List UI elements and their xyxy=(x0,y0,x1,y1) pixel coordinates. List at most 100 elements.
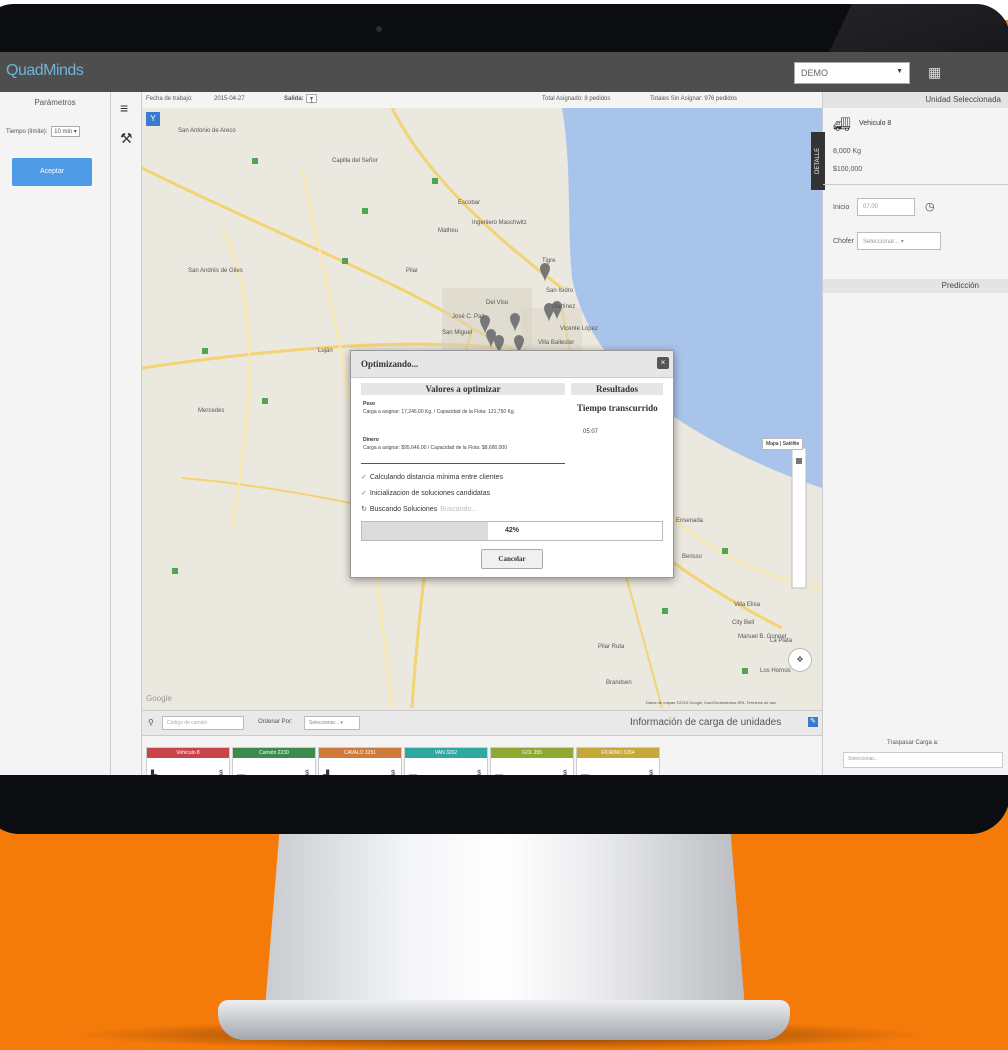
map-label: San Andrés de Giles xyxy=(188,268,243,274)
search-icon: ⚲ xyxy=(148,718,154,727)
map-label: San Antonio de Areco xyxy=(178,128,236,134)
dinero-text: Carga a asignar: $95,646.00 / Capacidad … xyxy=(363,445,507,451)
peso-text: Carga a asignar: 17,246.00 Kg. / Capacid… xyxy=(363,409,516,415)
map-label: Ingeniero Maschwitz xyxy=(472,220,527,226)
money-icon: $ xyxy=(391,770,395,775)
unit-load-title: Información de carga de unidades xyxy=(630,717,782,728)
map-label: City Bell xyxy=(732,620,755,626)
top-bar: QuadMinds DEMO ▼ ▦ xyxy=(0,52,1008,92)
step-item: ✓ Inicializacion de soluciones candidatas xyxy=(361,489,490,497)
money-icon: $ xyxy=(563,770,567,775)
tiempo-label: Tiempo (límite): xyxy=(6,129,48,135)
salida-select[interactable]: 1 ▾ xyxy=(306,94,318,105)
start-time-input[interactable]: 07:00 xyxy=(857,198,915,216)
progress-label: 42% xyxy=(504,527,519,534)
check-icon: ✓ xyxy=(361,474,367,481)
transfer-load-select[interactable]: Seleccionar... xyxy=(843,752,1003,768)
truck-icon: ▬ xyxy=(409,770,417,775)
money-icon: $ xyxy=(477,770,481,775)
spinner-icon: ↻ xyxy=(361,506,367,513)
modal-title: Optimizando... xyxy=(361,359,419,369)
unit-card[interactable]: GOL 255 ▬ $ xyxy=(490,747,574,775)
map-label: Del Viso xyxy=(486,300,509,306)
map-filter-icon[interactable]: Y xyxy=(146,112,160,126)
menu-icon[interactable]: ≡ xyxy=(120,100,128,116)
total-asignado: Total Asignado: 8 pedidos xyxy=(542,96,611,102)
map-label: Los Hornos xyxy=(760,668,791,674)
unit-card-name: CAVALO 3251 xyxy=(319,748,401,758)
truck-code-search-input[interactable]: Código de camión xyxy=(162,716,244,730)
map-label: Luján xyxy=(318,348,333,354)
map-type-toggle[interactable]: Mapa | Satélite xyxy=(762,438,804,450)
map-type-satellite[interactable]: Satélite xyxy=(783,441,800,447)
fecha-value[interactable]: 2015-04-27 xyxy=(214,96,245,102)
driver-select-value: Seleccionar... xyxy=(863,239,900,245)
selected-unit-panel: Unidad Seleccionada DETALLE 🚚︎ Vehiculo … xyxy=(811,92,1008,775)
unit-card[interactable]: Vehículo 8 ▙ $ xyxy=(146,747,230,775)
unit-card[interactable]: CAVALO 3251 ▟ $ xyxy=(318,747,402,775)
unit-card[interactable]: VAN 3262 ▬ $ xyxy=(404,747,488,775)
money-icon: $ xyxy=(649,770,653,775)
map-label: Brandsen xyxy=(606,680,632,686)
values-header: Valores a optimizar xyxy=(361,383,565,395)
step-label: Buscando Soluciones xyxy=(369,506,438,513)
map-label: Manuel B. Gonnet xyxy=(738,634,787,640)
check-icon: ✓ xyxy=(361,490,367,497)
vehicle-money: $100,000 xyxy=(833,166,863,173)
accept-button[interactable]: Aceptar xyxy=(12,158,92,186)
unit-load-panel: ⚲ Código de camión Ordenar Por: Seleccio… xyxy=(142,710,822,775)
salida-value: 1 xyxy=(310,99,314,105)
modal-header: Optimizando... × xyxy=(351,351,673,378)
grid-icon[interactable]: ▦ xyxy=(928,64,941,81)
edit-icon[interactable]: ✎ xyxy=(808,717,818,727)
map-label: Escobar xyxy=(458,200,481,206)
start-label: Inicio xyxy=(833,204,850,211)
google-logo: Google xyxy=(146,694,172,703)
tool-column: ≡ ⚒ xyxy=(111,92,142,775)
sort-label: Ordenar Por: xyxy=(258,719,293,725)
unit-card-name: GOL 255 xyxy=(491,748,573,758)
unit-card-name: Vehículo 8 xyxy=(147,748,229,758)
transfer-load-label: Traspasar Carga a: xyxy=(887,740,939,746)
camera-icon xyxy=(376,26,382,32)
map-label: Mercedes xyxy=(198,408,225,414)
map-label: Berisso xyxy=(682,554,703,560)
map-label: San Isidro xyxy=(546,288,574,294)
tiempo-select[interactable]: 10 min ▾ xyxy=(51,126,80,137)
detalle-tab[interactable]: DETALLE xyxy=(811,132,825,190)
optimizing-modal: Optimizando... × Valores a optimizar Res… xyxy=(350,350,674,578)
map-type-map[interactable]: Mapa xyxy=(766,441,779,447)
optimize-tool-icon[interactable]: ⚒ xyxy=(120,130,133,147)
dinero-label: Dinero xyxy=(363,437,379,443)
map-label: Villa Elisa xyxy=(734,602,760,608)
map-label: Villa Ballester xyxy=(538,340,575,346)
map-label: Ensenada xyxy=(676,518,704,524)
map-label: Tigre xyxy=(542,258,556,264)
fecha-label: Fecha de trabajo: xyxy=(146,96,193,102)
unit-card-name: Camión 2230 xyxy=(233,748,315,758)
divider xyxy=(823,184,1008,185)
unit-card-name: FIORINO 3254 xyxy=(577,748,659,758)
money-icon: $ xyxy=(305,770,309,775)
close-icon[interactable]: × xyxy=(657,357,669,369)
prediction-title: Predicción xyxy=(823,279,1008,293)
map-pan-control[interactable]: ✥ xyxy=(788,648,812,672)
sort-select[interactable]: Seleccionar... ▾ xyxy=(304,716,360,730)
driver-select[interactable]: Seleccionar... ▾ xyxy=(857,232,941,250)
map-label: Capilla del Señor xyxy=(332,158,378,164)
map-label: Pilar xyxy=(406,268,419,274)
unit-card[interactable]: FIORINO 3254 ▬ $ xyxy=(576,747,660,775)
map-label: Vicente López xyxy=(560,326,598,332)
map-label: Pilar Ruta xyxy=(598,644,625,650)
account-select-value: DEMO xyxy=(801,68,828,78)
truck-icon: ▬ xyxy=(237,770,245,775)
unit-card[interactable]: Camión 2230 ▬ $ xyxy=(232,747,316,775)
salida-label: Salida: xyxy=(284,96,304,102)
truck-icon: ▙ xyxy=(151,770,158,775)
step-item: ↻ Buscando Soluciones Buscando... xyxy=(361,505,477,513)
clock-icon[interactable]: ◷ xyxy=(925,200,935,213)
cancel-button[interactable]: Cancelar xyxy=(481,549,543,569)
unit-search-row: ⚲ Código de camión Ordenar Por: Seleccio… xyxy=(142,711,822,736)
parameters-panel: Parámetros Tiempo (límite): 10 min ▾ Ace… xyxy=(0,92,111,775)
account-select[interactable]: DEMO ▼ xyxy=(794,62,910,84)
